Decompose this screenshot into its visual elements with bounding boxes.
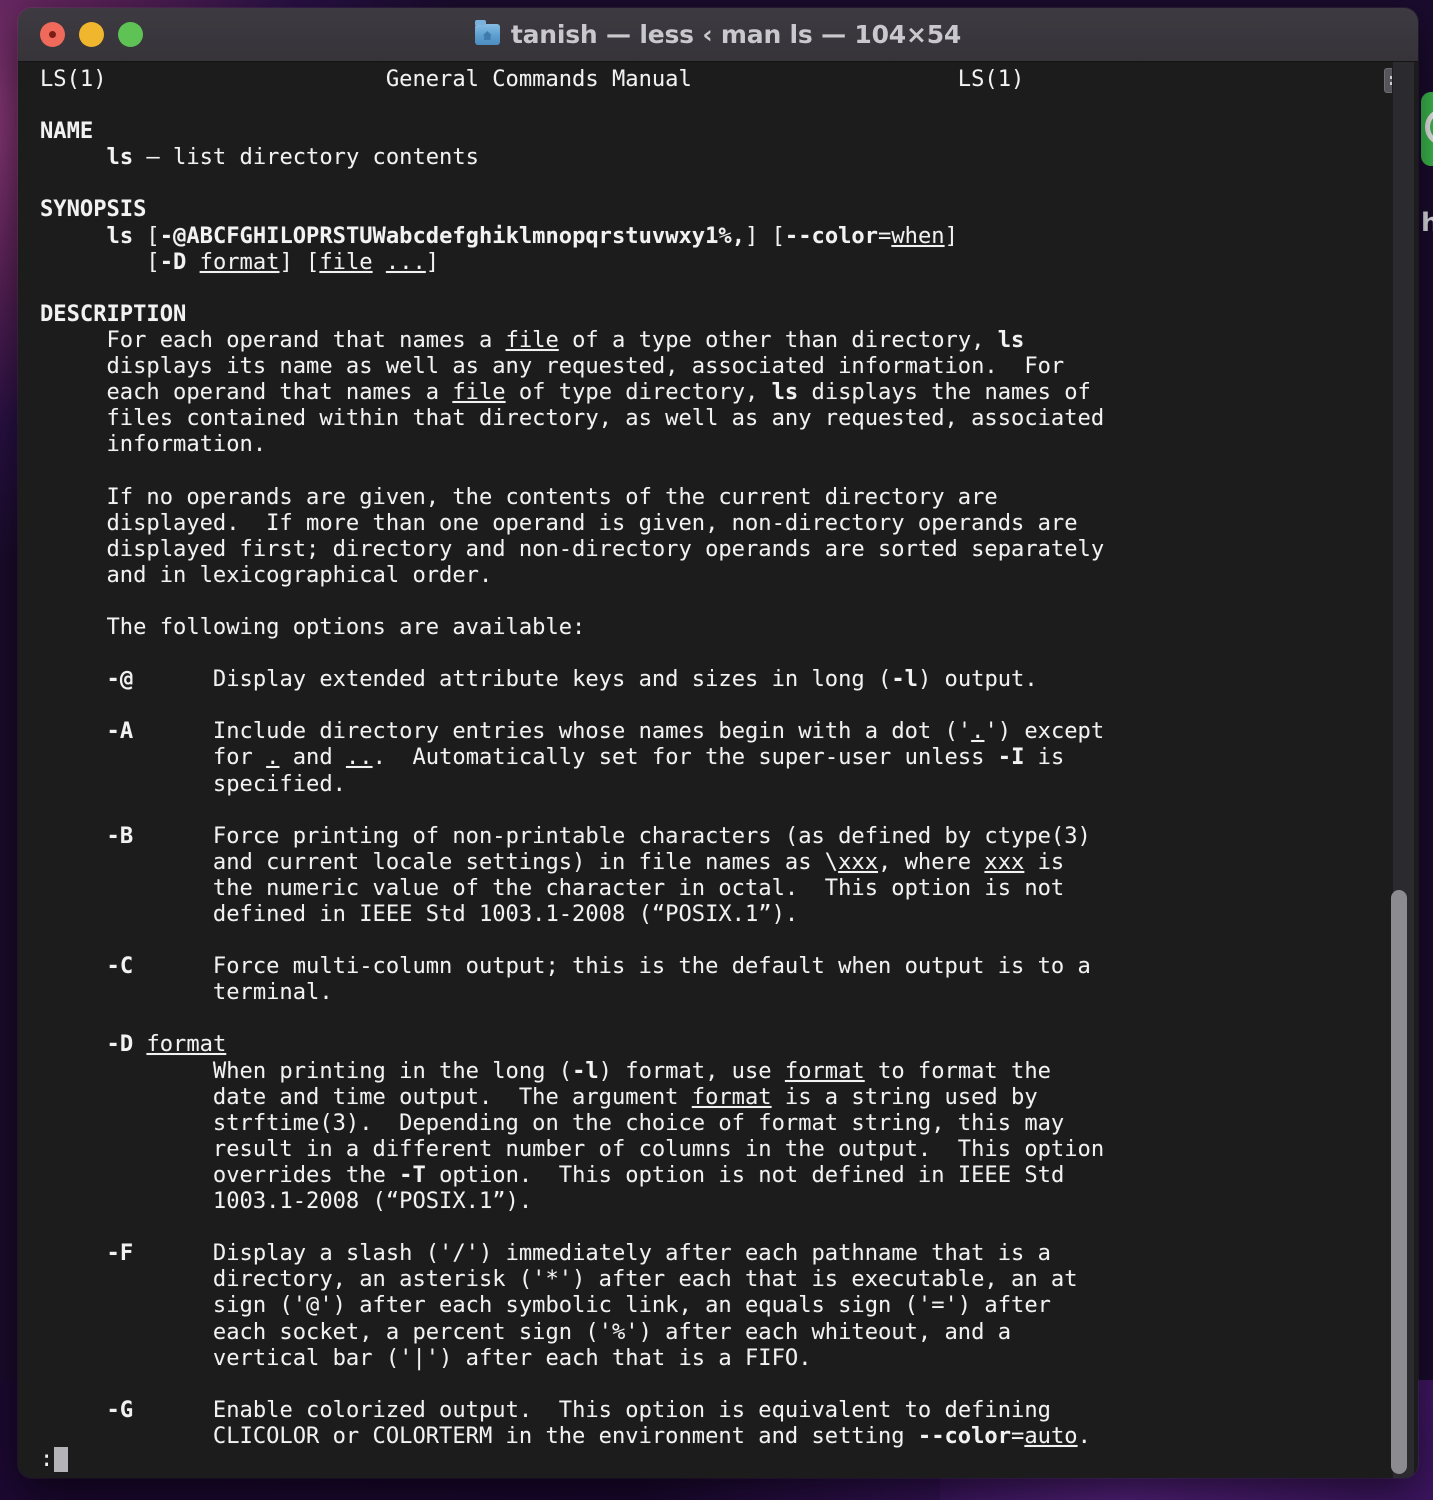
man-line: displayed. If more than one operand is g… — [40, 509, 1078, 536]
man-line: each operand that names a file of type d… — [40, 379, 1091, 406]
man-line: displayed first; directory and non-direc… — [40, 535, 1105, 562]
man-line: -G Enable colorized output. This option … — [106, 1396, 1051, 1423]
man-line: result in a different number of columns … — [40, 1135, 1105, 1162]
man-line — [40, 1371, 1418, 1397]
man-line — [40, 1005, 1418, 1031]
man-line: When printing in the long (-l) format, u… — [40, 1057, 1051, 1084]
traffic-light-group — [40, 22, 143, 47]
desktop-icon-label: h — [1421, 208, 1433, 238]
man-line: If no operands are given, the contents o… — [40, 483, 998, 510]
man-line: each socket, a percent sign ('%') after … — [40, 1318, 1012, 1345]
man-line — [40, 170, 1418, 196]
man-line: specified. — [40, 770, 346, 797]
terminal-window[interactable]: tanish — less ‹ man ls — 104×54 LS(1) Ge… — [18, 8, 1418, 1478]
man-line: -A Include directory entries whose names… — [106, 718, 1105, 745]
man-page-content: LS(1) General Commands Manual LS(1) NAME… — [40, 66, 1418, 1478]
window-titlebar[interactable]: tanish — less ‹ man ls — 104×54 — [18, 8, 1418, 62]
man-line: displays its name as well as any request… — [40, 353, 1065, 380]
window-title-group: tanish — less ‹ man ls — 104×54 — [18, 8, 1418, 61]
man-line: CLICOLOR or COLORTERM in the environment… — [40, 1422, 1091, 1449]
man-line: SYNOPSIS — [40, 196, 147, 223]
man-line: directory, an asterisk ('*') after each … — [40, 1266, 1078, 1293]
man-line: defined in IEEE Std 1003.1-2008 (“POSIX.… — [40, 901, 799, 927]
home-folder-icon — [474, 20, 500, 45]
man-line — [40, 275, 1418, 301]
man-line — [40, 927, 1418, 953]
man-line: ls – list directory contents — [106, 144, 479, 171]
man-line — [40, 588, 1418, 614]
man-line: overrides the -T option. This option is … — [40, 1161, 1065, 1188]
man-line: -F Display a slash ('/') immediately aft… — [106, 1240, 1051, 1267]
close-button-icon[interactable] — [40, 22, 65, 47]
man-line — [40, 457, 1418, 483]
man-line — [40, 92, 1418, 118]
man-line: the numeric value of the character in oc… — [40, 874, 1065, 901]
minimize-button-icon[interactable] — [79, 22, 104, 47]
man-line: and current locale settings) in file nam… — [40, 848, 1065, 875]
man-line: For each operand that names a file of a … — [40, 326, 1025, 353]
man-line — [40, 797, 1418, 823]
man-line: -@ Display extended attribute keys and s… — [106, 666, 1038, 693]
man-line: sign ('@') after each symbolic link, an … — [40, 1292, 1051, 1319]
man-line: information. — [40, 431, 267, 458]
man-line: ls [-@ABCFGHILOPRSTUWabcdefghiklmnopqrst… — [106, 222, 958, 249]
whatsapp-icon[interactable] — [1421, 92, 1433, 166]
man-line: [-D format] [file ...] — [40, 248, 440, 275]
window-title: tanish — less ‹ man ls — 104×54 — [510, 20, 962, 49]
man-line: terminal. — [40, 979, 333, 1006]
man-line: and in lexicographical order. — [40, 561, 493, 588]
man-line: The following options are available: — [40, 613, 586, 640]
man-line — [40, 640, 1418, 666]
man-line: -C Force multi-column output; this is th… — [106, 953, 1091, 980]
maximize-button-icon[interactable] — [118, 22, 143, 47]
less-prompt[interactable]: : — [40, 1446, 69, 1472]
prompt-colon: : — [40, 1446, 54, 1472]
vertical-scrollbar-track[interactable] — [1391, 62, 1414, 1478]
man-line — [40, 1214, 1418, 1240]
man-line: LS(1) General Commands Manual LS(1) — [40, 66, 1025, 92]
man-line: -B Force printing of non-printable chara… — [106, 822, 1091, 849]
man-line: DESCRIPTION — [40, 300, 187, 327]
man-line: date and time output. The argument forma… — [40, 1083, 1038, 1110]
man-line: 1003.1-2008 (“POSIX.1”). — [40, 1188, 533, 1215]
man-line: -D format — [106, 1031, 227, 1058]
block-cursor — [54, 1446, 69, 1472]
man-line — [40, 692, 1418, 718]
terminal-body[interactable]: LS(1) General Commands Manual LS(1) NAME… — [18, 62, 1418, 1478]
man-line: files contained within that directory, a… — [40, 405, 1105, 432]
man-line: vertical bar ('|') after each that is a … — [40, 1344, 812, 1371]
man-line: NAME — [40, 118, 94, 145]
man-line: for . and ... Automatically set for the … — [40, 744, 1065, 771]
man-line: strftime(3). Depending on the choice of … — [40, 1109, 1065, 1136]
vertical-scrollbar-thumb[interactable] — [1391, 890, 1407, 1474]
